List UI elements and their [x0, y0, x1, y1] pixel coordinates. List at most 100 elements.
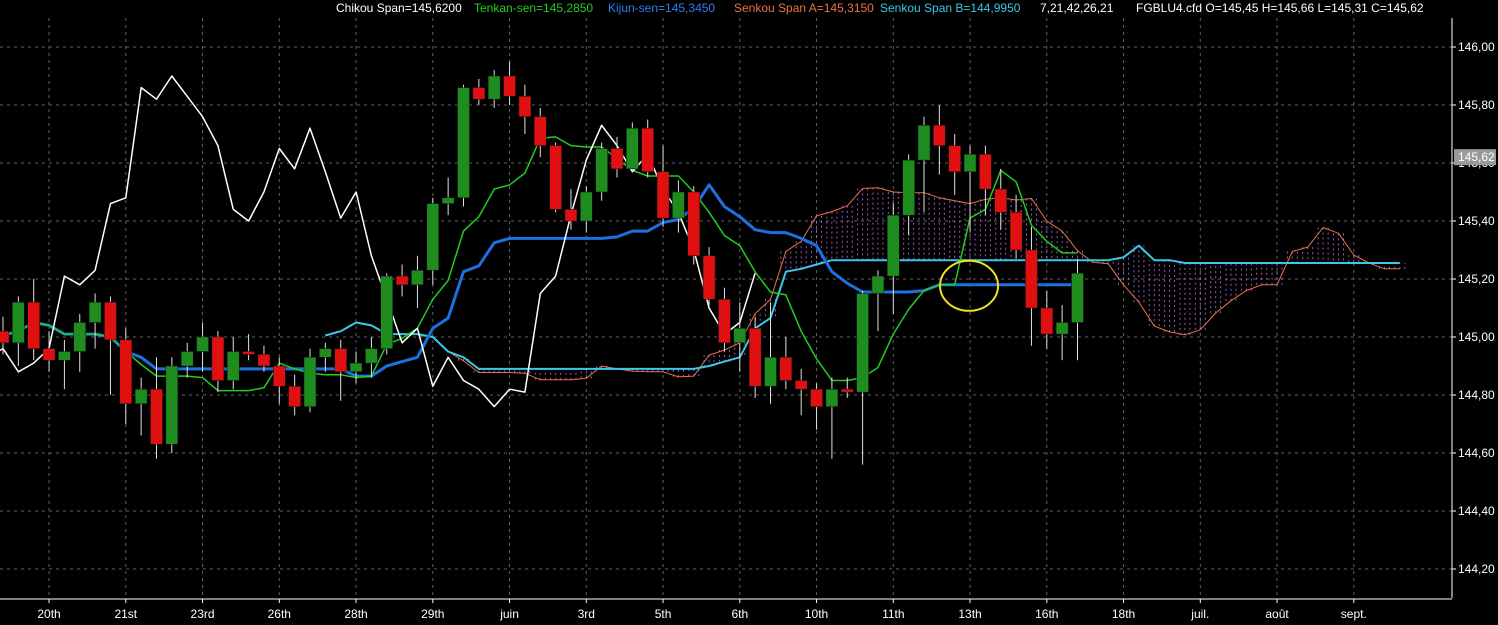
candle	[702, 247, 716, 306]
candle-body-up	[457, 87, 470, 199]
xtick-label: juil.	[1190, 607, 1209, 621]
ytick-label: 145,80	[1458, 98, 1495, 112]
candle	[288, 374, 301, 416]
xtick-label: 6th	[731, 607, 748, 621]
candle	[12, 296, 25, 366]
candle	[73, 313, 86, 372]
kijun-readout: Kijun-sen=145,3450	[608, 1, 716, 15]
xtick-label: 10th	[805, 607, 828, 621]
candle-body-up	[180, 351, 194, 367]
candle-body-up	[733, 328, 747, 344]
candle	[457, 84, 470, 207]
candle-body-up	[825, 388, 839, 407]
xtick-label: sept.	[1341, 607, 1367, 621]
candle-body-down	[779, 357, 793, 381]
candle-body-up	[12, 301, 25, 344]
xtick-label: 21st	[114, 607, 137, 621]
candle	[242, 334, 255, 361]
candle-body-down	[334, 348, 347, 373]
xtick-label: 23rd	[191, 607, 215, 621]
candle-body-down	[810, 388, 823, 407]
ytick-label: 144,20	[1458, 562, 1495, 576]
xtick-label: août	[1265, 607, 1289, 621]
candle	[518, 84, 532, 134]
xtick-label: 11th	[882, 607, 904, 621]
candle	[165, 357, 179, 453]
candle-body-up	[380, 275, 393, 349]
ytick-label: 145,20	[1458, 272, 1495, 286]
ytick-label: 145,00	[1458, 330, 1495, 344]
candle-body-up	[426, 203, 440, 271]
candle	[134, 377, 148, 436]
candle	[856, 290, 869, 465]
candle	[1025, 226, 1038, 346]
candle-body-down	[748, 328, 762, 387]
candle	[426, 197, 440, 285]
candle	[917, 116, 931, 213]
candle-body-down	[841, 388, 854, 393]
candle-body-down	[610, 148, 624, 170]
candle	[948, 134, 961, 195]
ytick-label: 144,80	[1458, 388, 1495, 402]
candle-body-down	[933, 125, 946, 146]
candle	[119, 328, 133, 424]
candle-body-down	[119, 339, 133, 404]
candle	[27, 279, 40, 361]
candle-body-up	[58, 351, 71, 361]
ytick-label: 144,60	[1458, 446, 1495, 460]
candle	[1071, 258, 1084, 361]
candle	[779, 337, 793, 390]
candle	[104, 296, 117, 395]
candle-body-down	[948, 145, 961, 172]
candle-body-up	[595, 148, 608, 193]
candle-body-down	[288, 386, 301, 407]
chikou-readout: Chikou Span=145,6200	[336, 1, 462, 15]
candle-body-up	[902, 159, 915, 216]
candle	[1055, 305, 1069, 361]
candle-body-up	[134, 388, 148, 404]
candle-body-up	[1055, 322, 1069, 335]
candle-body-up	[580, 191, 593, 222]
candle	[887, 203, 900, 314]
candle	[825, 377, 839, 459]
candle	[349, 351, 363, 384]
candle-body-up	[319, 348, 332, 358]
tenkan-readout: Tenkan-sen=145,2850	[474, 1, 594, 15]
xtick-label: 5th	[655, 607, 672, 621]
candle-body-down	[257, 354, 271, 367]
candle-body-up	[165, 365, 179, 445]
axes: 146,00145,80145,60145,40145,20145,00144,…	[0, 18, 1496, 621]
xtick-label: 28th	[344, 607, 367, 621]
candle-body-down	[702, 255, 716, 300]
candle-body-up	[73, 322, 86, 352]
last-price-label: 145,62	[1458, 150, 1495, 164]
candle-body-up	[1071, 272, 1084, 323]
candle-body-up	[856, 293, 869, 393]
candle-body-down	[27, 301, 40, 349]
candle-body-down	[534, 116, 547, 146]
ytick-label: 145,40	[1458, 214, 1495, 228]
candle-body-down	[994, 188, 1007, 213]
candle	[871, 270, 885, 332]
candle	[196, 322, 209, 372]
candle-body-up	[227, 351, 240, 381]
candle	[687, 186, 700, 265]
xtick-label: 20th	[37, 607, 60, 621]
senkou-b-readout: Senkou Span B=144,9950	[880, 1, 1021, 15]
candle-body-down	[1040, 307, 1054, 335]
candle	[365, 337, 378, 378]
candle-body-up	[764, 357, 777, 387]
candle	[963, 145, 977, 233]
candle	[503, 61, 516, 105]
candle-body-down	[641, 127, 654, 172]
ichimoku-chart[interactable]: 146,00145,80145,60145,40145,20145,00144,…	[0, 0, 1498, 625]
params-readout: 7,21,42,26,21	[1040, 1, 1114, 15]
candle	[380, 273, 393, 355]
xtick-label: 16th	[1035, 607, 1058, 621]
candle	[595, 142, 608, 201]
candle	[626, 122, 639, 172]
candle	[733, 302, 747, 372]
candle	[641, 119, 654, 178]
candle	[979, 145, 992, 216]
candle-body-up	[887, 214, 900, 277]
